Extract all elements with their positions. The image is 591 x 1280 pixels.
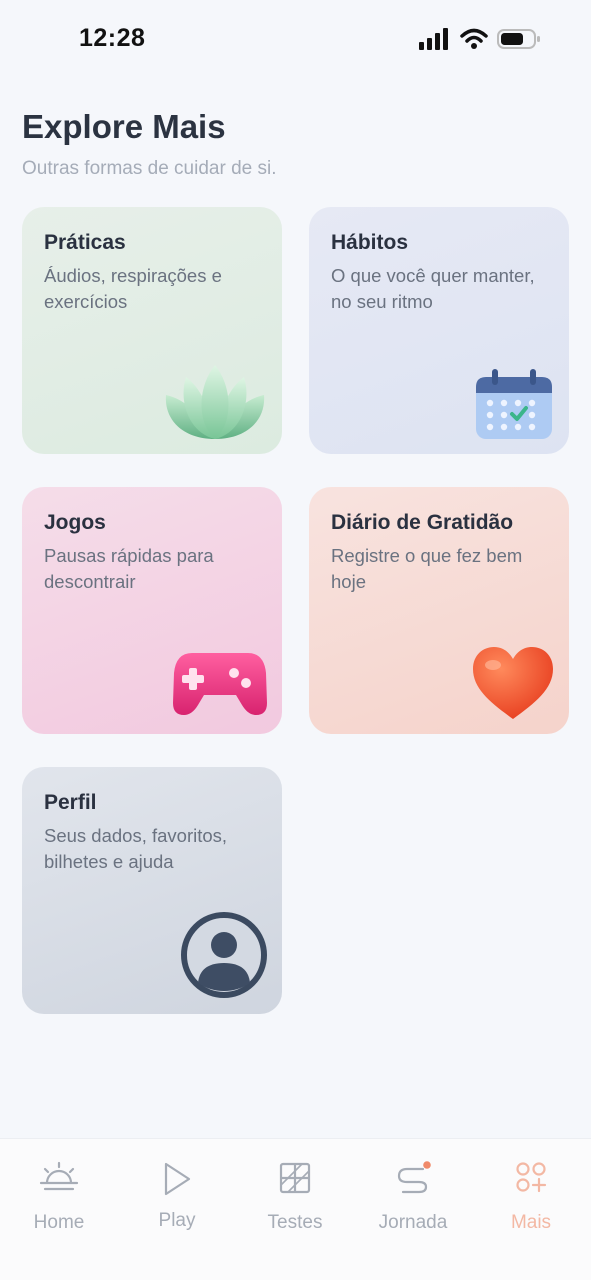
card-title: Hábitos [331, 231, 409, 254]
apps-plus-icon [516, 1162, 547, 1193]
sunrise-icon [39, 1161, 79, 1191]
nav-label: Home [33, 1212, 85, 1233]
status-time: 12:28 [79, 24, 146, 52]
nav-label: Testes [267, 1212, 323, 1233]
card-title: Jogos [44, 511, 106, 534]
path-icon [397, 1161, 431, 1194]
battery-icon [497, 29, 540, 49]
lotus-icon [165, 365, 265, 439]
nav-testes[interactable]: Testes [236, 1139, 354, 1249]
card-title: Práticas [44, 231, 126, 254]
nav-label: Play [158, 1210, 196, 1231]
heart-icon [473, 647, 553, 719]
nav-label: Jornada [378, 1212, 448, 1233]
nav-home[interactable]: Home [0, 1139, 118, 1249]
card-description: Seus dados, favoritos, bilhetes e ajuda [44, 825, 228, 872]
page-subtitle: Outras formas de cuidar de si. [22, 158, 277, 179]
card-description: Registre o que fez bem hoje [331, 545, 523, 592]
card-habitos[interactable]: Hábitos O que você quer manter, no seu r… [309, 207, 569, 454]
grid-icon [279, 1162, 311, 1194]
card-diario-gratidao[interactable]: Diário de Gratidão Registre o que fez be… [309, 487, 569, 734]
card-description: Pausas rápidas para descontrair [44, 545, 214, 592]
card-praticas[interactable]: Práticas Áudios, respirações e exercício… [22, 207, 282, 454]
nav-label: Mais [510, 1212, 552, 1233]
status-icons [419, 28, 541, 50]
card-jogos[interactable]: Jogos Pausas rápidas para descontrair [22, 487, 282, 734]
card-title: Perfil [44, 791, 97, 814]
calendar-icon [476, 369, 552, 439]
card-title: Diário de Gratidão [331, 511, 514, 534]
status-bar: 12:28 [0, 0, 591, 80]
nav-mais[interactable]: Mais [472, 1139, 590, 1249]
profile-icon [181, 912, 267, 998]
wifi-icon [460, 28, 488, 49]
card-perfil[interactable]: Perfil Seus dados, favoritos, bilhetes e… [22, 767, 282, 1014]
bottom-nav: Home Play Testes Jornada Mais [0, 1138, 591, 1280]
nav-play[interactable]: Play [118, 1139, 236, 1249]
cellular-signal-icon [419, 28, 448, 50]
card-description: O que você quer manter, no seu ritmo [331, 265, 535, 312]
gamepad-icon [173, 653, 267, 715]
card-description: Áudios, respirações e exercícios [44, 265, 222, 312]
play-icon [164, 1162, 191, 1196]
page-title: Explore Mais [22, 108, 226, 145]
nav-jornada[interactable]: Jornada [354, 1139, 472, 1249]
